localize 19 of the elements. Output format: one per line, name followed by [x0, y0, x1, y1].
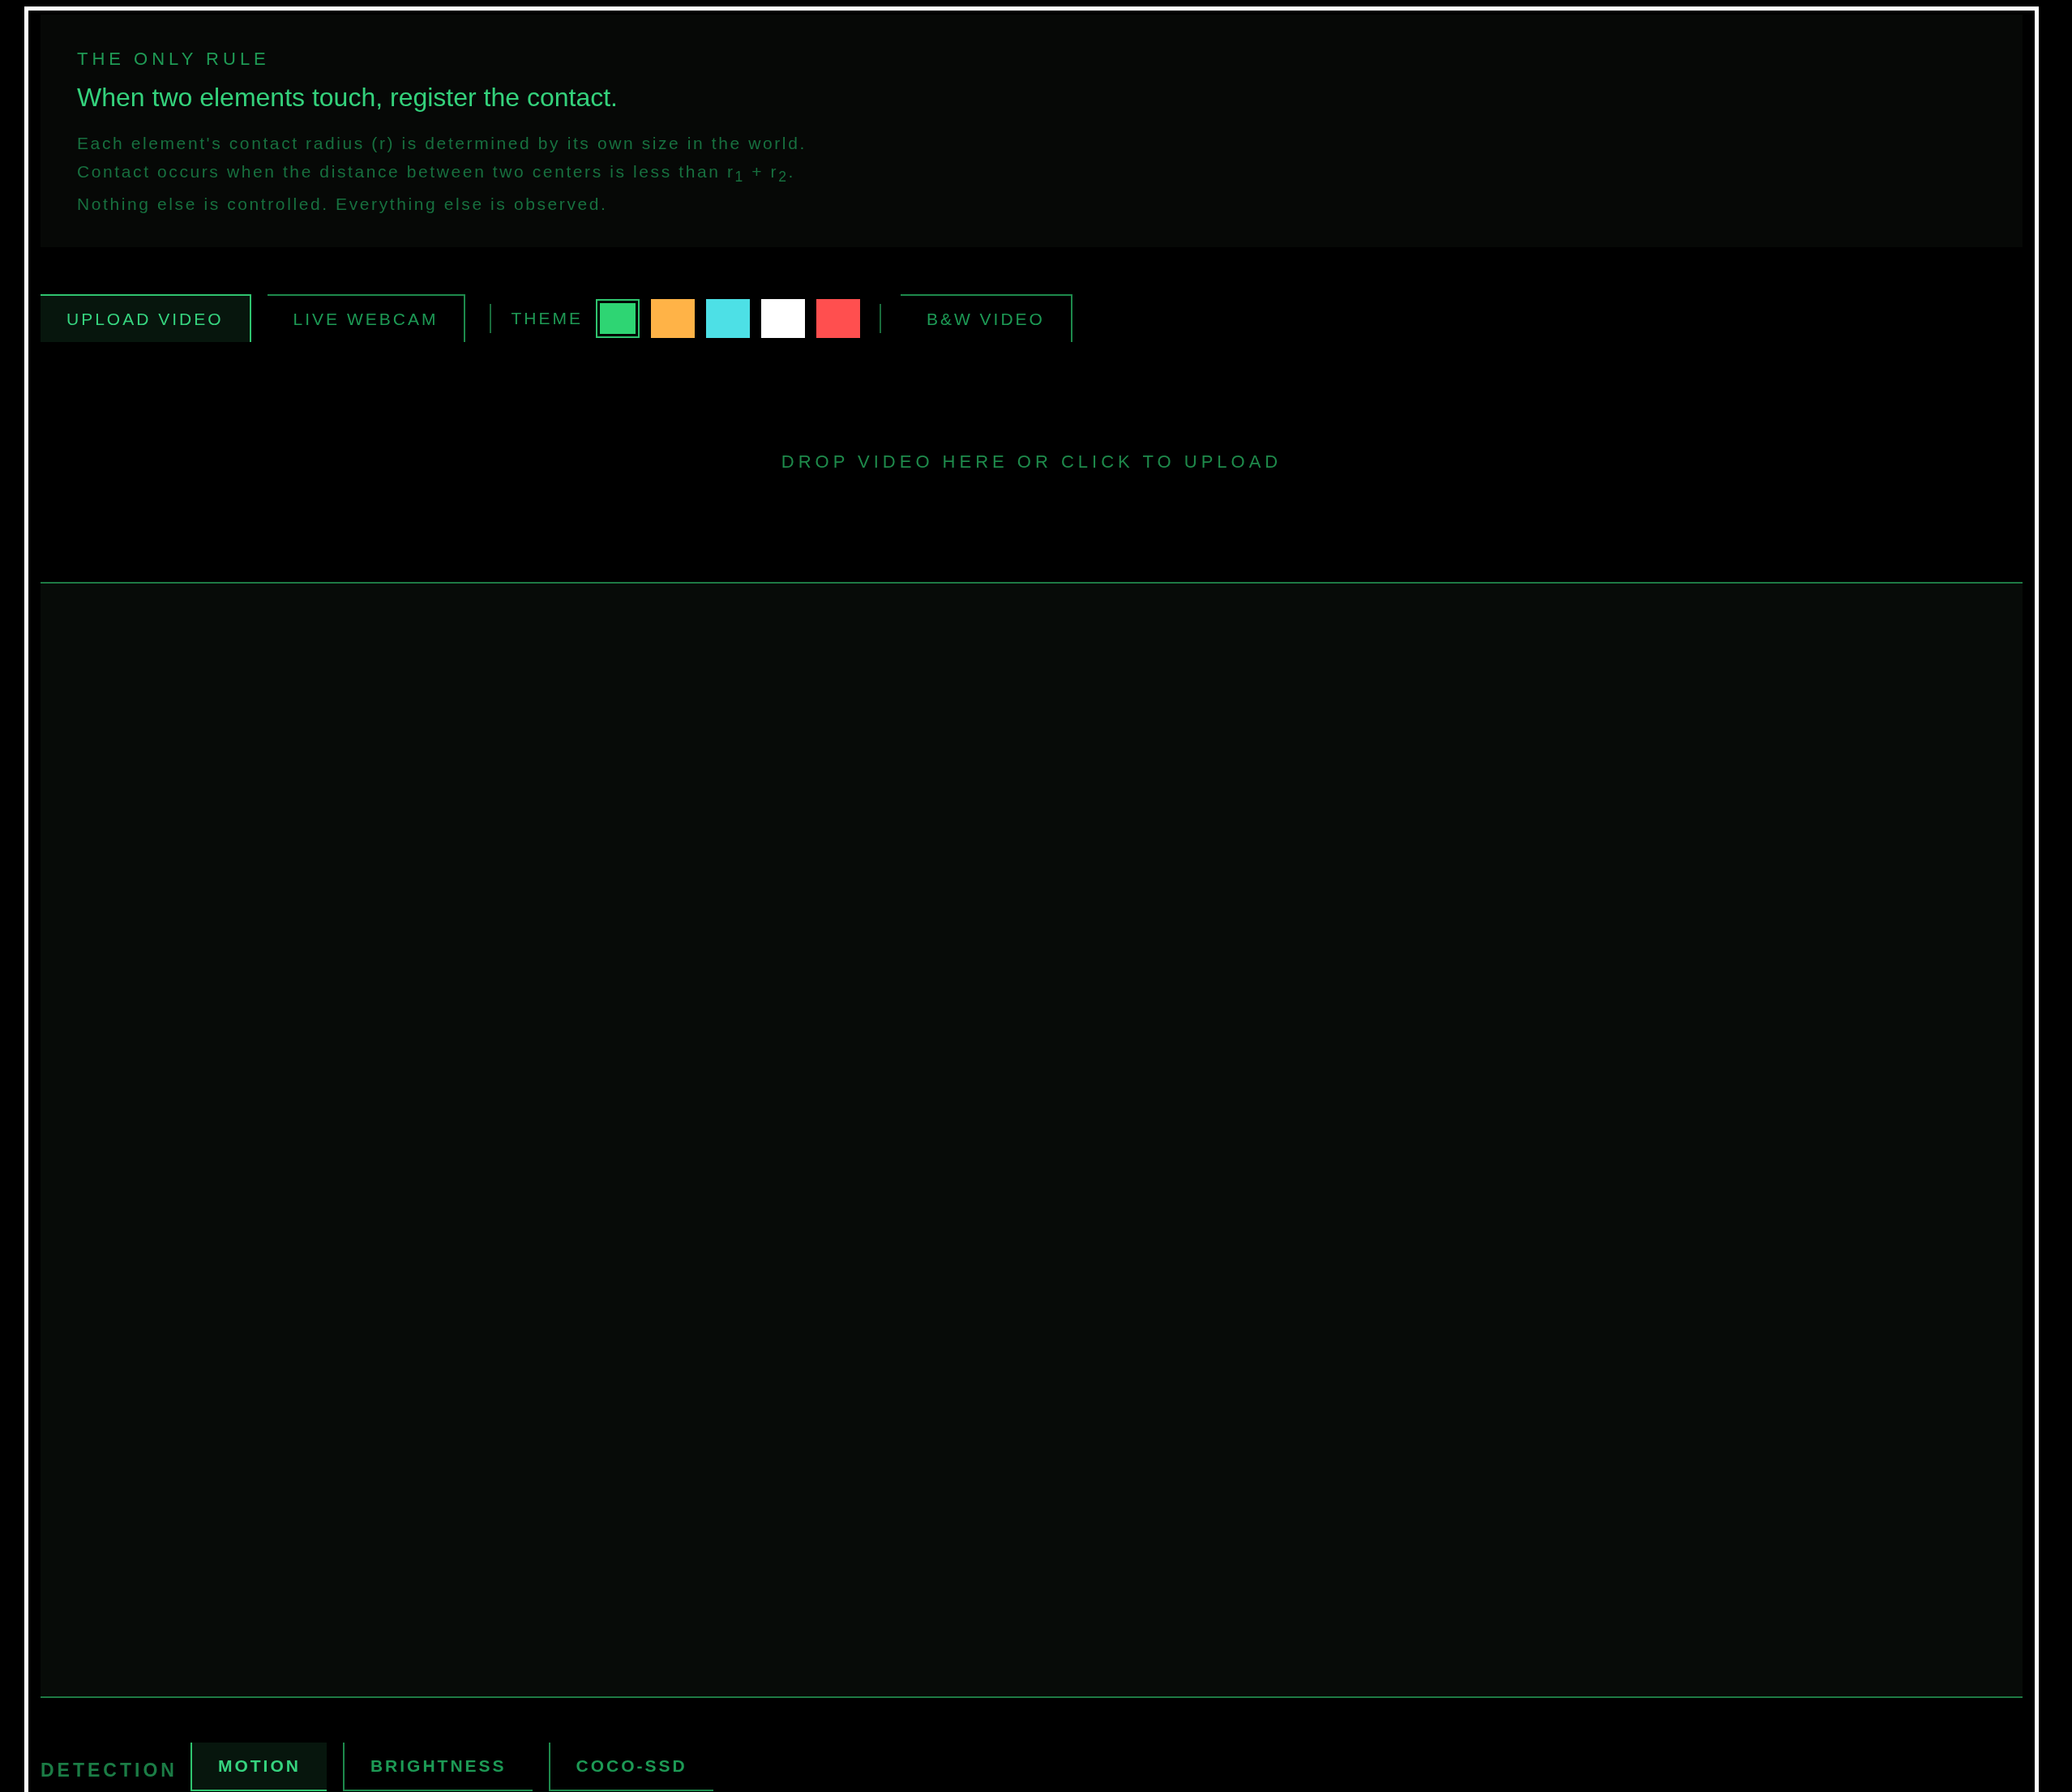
source-tab[interactable]: LIVE WEBCAM — [267, 294, 466, 342]
source-tab[interactable]: UPLOAD VIDEO — [41, 294, 251, 342]
rule-text: Contact occurs when the distance between two centers is less than r$_{1}$ + r$_{2}$. — [77, 162, 796, 186]
drop-zone-text[interactable]: DROP VIDEO HERE OR CLICK TO UPLOAD — [781, 451, 1282, 473]
rule-headline: When two elements touch, register the contact. — [77, 83, 619, 113]
bw-video-toggle[interactable]: B&W VIDEO — [900, 294, 1072, 342]
theme-swatch[interactable] — [705, 298, 750, 338]
detection-tab[interactable]: MOTION — [190, 1743, 327, 1791]
rule-text: Nothing else is controlled. Everything else is observed. — [77, 195, 609, 215]
section-label: THE ONLY RULE — [77, 49, 271, 70]
rule-text: Each element's contact radius (r) is determined by its own size in the world. — [77, 134, 807, 153]
theme-swatch[interactable] — [760, 298, 805, 338]
detection-tab[interactable]: BRIGHTNESS — [342, 1743, 533, 1791]
theme-swatch[interactable] — [650, 298, 695, 338]
theme-swatch[interactable] — [816, 298, 860, 338]
detection-label: DETECTION — [41, 1760, 178, 1782]
theme-label: THEME — [511, 308, 583, 328]
detection-tab[interactable]: COCO-SSD — [548, 1743, 713, 1791]
theme-swatch[interactable] — [595, 298, 640, 338]
